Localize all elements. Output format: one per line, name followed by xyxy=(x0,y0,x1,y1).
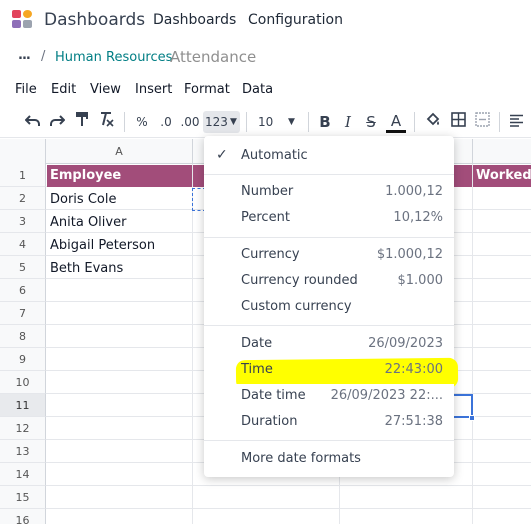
format-option-example: 22:43:00 xyxy=(384,362,443,377)
row-header[interactable]: 10 xyxy=(0,371,46,394)
format-option-example: 26/09/2023 22:... xyxy=(330,388,443,403)
grid-line xyxy=(192,164,193,524)
chevron-down-icon: ▼ xyxy=(288,117,295,127)
chevron-down-icon: ▼ xyxy=(230,117,237,127)
top-navbar: Dashboards Dashboards Configuration xyxy=(0,0,531,40)
nav-configuration[interactable]: Configuration xyxy=(248,12,343,28)
grid-line xyxy=(46,485,531,486)
cell-a1[interactable]: Employee xyxy=(47,165,192,187)
row-header[interactable]: 14 xyxy=(0,463,46,486)
borders-icon[interactable] xyxy=(447,111,469,133)
paint-format-icon[interactable] xyxy=(71,111,93,133)
decrease-decimals-button[interactable]: .0 xyxy=(156,111,176,133)
cell-a5[interactable]: Beth Evans xyxy=(47,257,123,280)
row-header[interactable]: 11 xyxy=(0,394,46,417)
menu-insert[interactable]: Insert xyxy=(135,82,172,97)
toolbar-divider xyxy=(308,112,309,132)
redo-icon[interactable] xyxy=(46,111,68,133)
row-header[interactable]: 4 xyxy=(0,233,46,256)
menu-data[interactable]: Data xyxy=(242,82,273,97)
row-header[interactable]: 16 xyxy=(0,509,46,524)
increase-decimals-button[interactable]: .00 xyxy=(178,111,202,133)
row-header[interactable]: 7 xyxy=(0,302,46,325)
merge-cells-icon[interactable] xyxy=(471,111,493,133)
row-header[interactable]: 13 xyxy=(0,440,46,463)
toolbar-divider xyxy=(414,112,415,132)
row-header[interactable]: 1 xyxy=(0,164,46,187)
menu-edit[interactable]: Edit xyxy=(51,82,76,97)
toolbar-divider xyxy=(124,112,125,132)
format-option-label: Duration xyxy=(241,414,298,429)
breadcrumb-attendance[interactable]: Attendance xyxy=(170,48,256,66)
spreadsheet-toolbar: % .0 .00 123 ▼ 10 ▼ B I S A xyxy=(0,106,531,138)
column-header-a[interactable]: A xyxy=(46,139,193,164)
toolbar-divider xyxy=(499,112,500,132)
font-size-value: 10 xyxy=(258,115,274,129)
grid-line xyxy=(46,508,531,509)
text-color-button[interactable]: A xyxy=(386,111,406,133)
number-format-menu-lower: Time 22:43:00 Date time 26/09/2023 22:..… xyxy=(204,136,454,477)
dashboards-app-icon[interactable] xyxy=(12,10,34,30)
select-all-corner[interactable] xyxy=(0,139,46,164)
format-option-time[interactable]: Time 22:43:00 xyxy=(204,358,454,382)
fill-color-icon[interactable] xyxy=(422,111,444,133)
format-option-label: More date formats xyxy=(241,451,361,466)
row-header[interactable]: 9 xyxy=(0,348,46,371)
bold-button[interactable]: B xyxy=(315,111,335,133)
row-header[interactable]: 12 xyxy=(0,417,46,440)
format-option-label: Time xyxy=(241,362,273,377)
align-left-icon[interactable] xyxy=(505,111,527,133)
clear-format-icon[interactable] xyxy=(95,111,117,133)
row-header[interactable]: 2 xyxy=(0,187,46,210)
menu-view[interactable]: View xyxy=(90,82,121,97)
format-option-duration[interactable]: Duration 27:51:38 xyxy=(204,410,454,434)
undo-icon[interactable] xyxy=(22,111,44,133)
italic-button[interactable]: I xyxy=(338,111,358,133)
autofill-handle[interactable] xyxy=(469,415,475,421)
row-header[interactable]: 15 xyxy=(0,486,46,509)
menu-format[interactable]: Format xyxy=(184,82,230,97)
strikethrough-button[interactable]: S xyxy=(361,111,381,133)
cell-a3[interactable]: Anita Oliver xyxy=(47,211,126,234)
breadcrumb-separator: / xyxy=(41,49,46,64)
font-size-dropdown[interactable]: 10 ▼ xyxy=(252,111,300,133)
row-header[interactable]: 3 xyxy=(0,210,46,233)
cell-a4[interactable]: Abigail Peterson xyxy=(47,234,155,257)
row-header[interactable]: 6 xyxy=(0,279,46,302)
format-option-example: 27:51:38 xyxy=(384,414,443,429)
menu-separator xyxy=(204,440,454,441)
row-header[interactable]: 5 xyxy=(0,256,46,279)
row-header[interactable]: 8 xyxy=(0,325,46,348)
toolbar-divider xyxy=(246,112,247,132)
column-header-d[interactable] xyxy=(473,139,531,164)
format-option-label: Date time xyxy=(241,388,306,403)
breadcrumb-human-resources[interactable]: Human Resources xyxy=(55,50,172,65)
format-option-date-time[interactable]: Date time 26/09/2023 22:... xyxy=(204,384,454,408)
format-option-more-date-formats[interactable]: More date formats xyxy=(204,447,454,471)
cell-d1[interactable]: Worked h xyxy=(473,165,531,187)
nav-dashboards[interactable]: Dashboards xyxy=(153,12,236,28)
spreadsheet-menubar: File Edit View Insert Format Data xyxy=(0,80,531,100)
breadcrumb-more-button[interactable]: ... xyxy=(18,48,31,63)
grid-line xyxy=(472,164,473,524)
percent-format-button[interactable]: % xyxy=(133,111,151,133)
number-format-label: 123 xyxy=(205,115,228,129)
number-format-dropdown[interactable]: 123 ▼ xyxy=(203,111,240,133)
cell-a2[interactable]: Doris Cole xyxy=(47,188,116,211)
app-title[interactable]: Dashboards xyxy=(44,10,145,30)
menu-file[interactable]: File xyxy=(15,82,37,97)
breadcrumb: ... / Human Resources Attendance xyxy=(0,44,531,70)
